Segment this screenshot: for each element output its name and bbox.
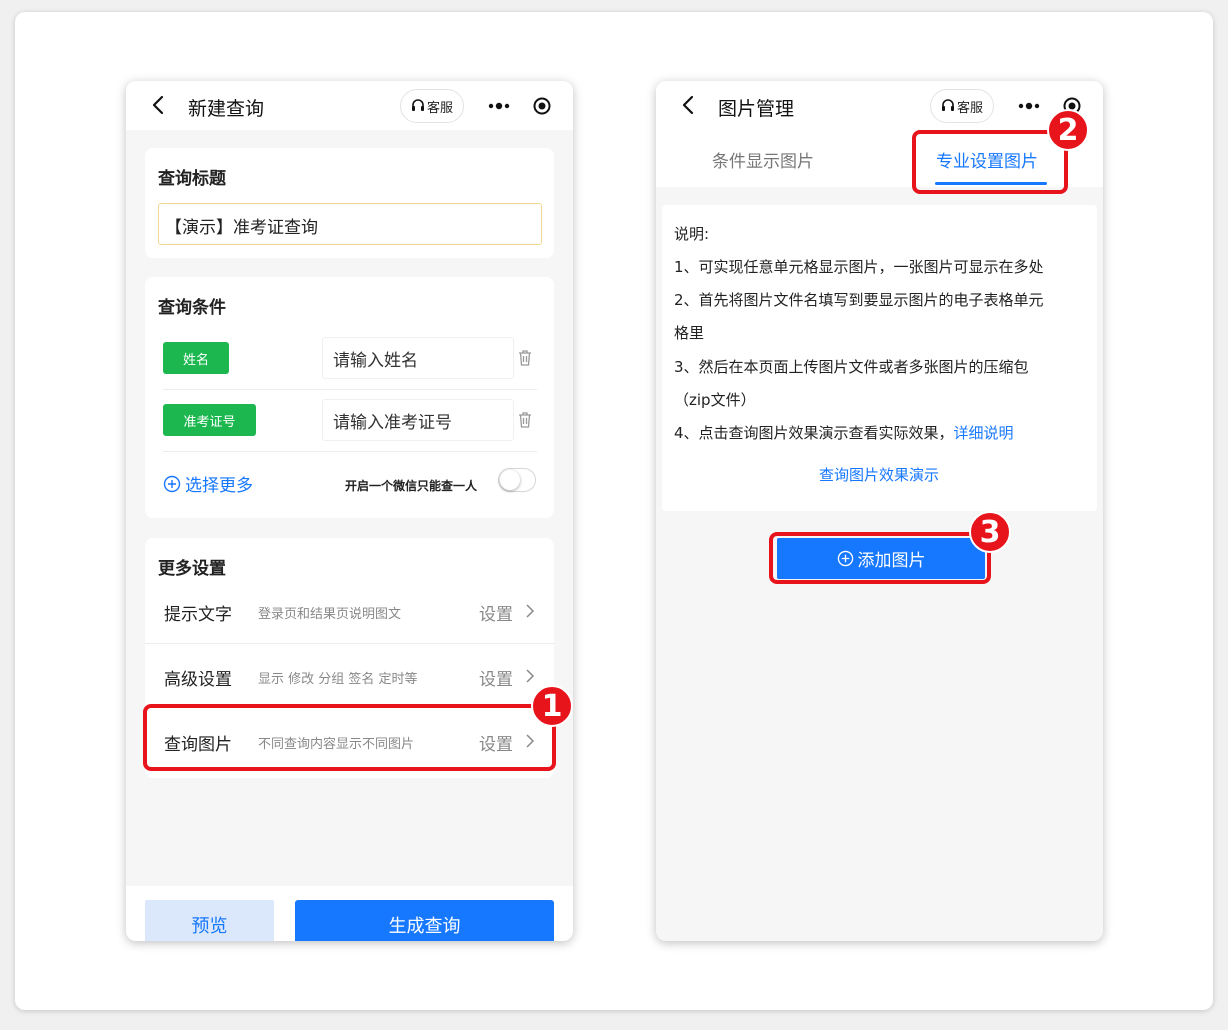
setting-row-advanced[interactable]: 高级设置 显示 修改 分组 签名 定时等 设置 — [145, 645, 554, 709]
page-title: 图片管理 — [718, 98, 795, 120]
instructions-panel: 说明: 1、可实现任意单元格显示图片，一张图片可显示在多处 2、首先将图片文件名… — [662, 205, 1097, 511]
divider — [163, 451, 537, 452]
customer-service-button[interactable]: 客服 — [400, 89, 464, 123]
page-title: 新建查询 — [188, 98, 265, 120]
customer-service-button[interactable]: 客服 — [930, 89, 994, 123]
bottom-action-bar: 预览 生成查询 — [126, 886, 573, 941]
details-link[interactable]: 详细说明 — [954, 424, 1014, 442]
trash-icon[interactable] — [517, 411, 533, 429]
section-title: 查询标题 — [158, 169, 226, 189]
headset-icon — [941, 99, 954, 111]
setting-name: 提示文字 — [164, 605, 232, 625]
setting-action: 设置 — [479, 605, 513, 625]
condition-tag[interactable]: 准考证号 — [163, 404, 256, 436]
setting-row-tip-text[interactable]: 提示文字 登录页和结果页说明图文 设置 — [145, 583, 554, 647]
back-arrow-icon[interactable] — [150, 95, 168, 115]
generate-query-button[interactable]: 生成查询 — [295, 900, 554, 941]
condition-tag[interactable]: 姓名 — [163, 342, 229, 374]
title-section: 查询标题 【演示】准考证查询 — [145, 148, 554, 258]
setting-action: 设置 — [479, 670, 513, 690]
query-title-input[interactable]: 【演示】准考证查询 — [158, 203, 542, 245]
headset-icon — [411, 99, 424, 111]
image-management-screen: 图片管理 客服 条件显示图片 专业设置图片 说明: 1、可实现任意单元格显示图片… — [656, 81, 1103, 941]
notes-heading: 说明: — [674, 225, 710, 243]
note-line: 3、然后在本页面上传图片文件或者多张图片的压缩包 — [674, 358, 1029, 376]
customer-service-label: 客服 — [426, 100, 453, 116]
divider — [145, 643, 554, 644]
highlight-box-2 — [912, 130, 1068, 194]
note-line: （zip文件） — [674, 391, 756, 409]
chevron-right-icon — [526, 604, 535, 618]
select-more-label: 选择更多 — [185, 476, 253, 496]
back-arrow-icon[interactable] — [680, 95, 698, 115]
more-dots-icon[interactable] — [1015, 96, 1043, 116]
condition-row: 姓名 请输入姓名 — [145, 327, 554, 389]
menu-capsule — [475, 89, 563, 123]
note-line: 格里 — [674, 324, 705, 342]
nav-bar: 图片管理 客服 — [656, 81, 1103, 130]
toggle-knob — [500, 470, 520, 490]
preview-button[interactable]: 预览 — [145, 900, 274, 941]
step-badge-2: 2 — [1047, 109, 1089, 151]
setting-desc: 登录页和结果页说明图文 — [258, 607, 402, 622]
note-line: 4、点击查询图片效果演示查看实际效果，详细说明 — [674, 422, 1014, 443]
plus-circle-icon — [163, 475, 181, 492]
condition-row: 准考证号 请输入准考证号 — [145, 389, 554, 451]
highlight-box-3 — [769, 532, 991, 584]
one-person-toggle[interactable] — [498, 468, 536, 492]
section-title: 更多设置 — [158, 559, 226, 579]
section-title: 查询条件 — [158, 298, 226, 318]
customer-service-label: 客服 — [956, 100, 983, 116]
conditions-section: 查询条件 姓名 请输入姓名 准考证号 请输入准考证号 选择更多 开启一个微信只能… — [145, 277, 554, 518]
highlight-box-1 — [143, 704, 556, 771]
step-badge-1: 1 — [531, 685, 573, 727]
tab-conditional-images[interactable]: 条件显示图片 — [712, 147, 814, 172]
step-badge-3: 3 — [969, 511, 1011, 553]
setting-name: 高级设置 — [164, 670, 232, 690]
toggle-label: 开启一个微信只能查一人 — [345, 479, 478, 493]
trash-icon[interactable] — [517, 349, 533, 367]
exam-number-input[interactable]: 请输入准考证号 — [322, 399, 514, 441]
setting-desc: 显示 修改 分组 签名 定时等 — [258, 672, 418, 687]
more-dots-icon[interactable] — [485, 96, 513, 116]
note-line: 2、首先将图片文件名填写到要显示图片的电子表格单元 — [674, 291, 1044, 309]
chevron-right-icon — [526, 669, 535, 683]
demo-link[interactable]: 查询图片效果演示 — [819, 464, 939, 485]
note-text: 4、点击查询图片效果演示查看实际效果， — [674, 424, 954, 442]
select-more-button[interactable]: 选择更多 — [163, 471, 253, 496]
name-input[interactable]: 请输入姓名 — [322, 337, 514, 379]
new-query-screen: 新建查询 客服 查询标题 【演示】准考证查询 查询条件 姓名 请输入姓名 准考证… — [126, 81, 573, 941]
close-miniprogram-icon[interactable] — [533, 97, 551, 115]
nav-bar: 新建查询 客服 — [126, 81, 573, 130]
note-line: 1、可实现任意单元格显示图片，一张图片可显示在多处 — [674, 258, 1044, 276]
